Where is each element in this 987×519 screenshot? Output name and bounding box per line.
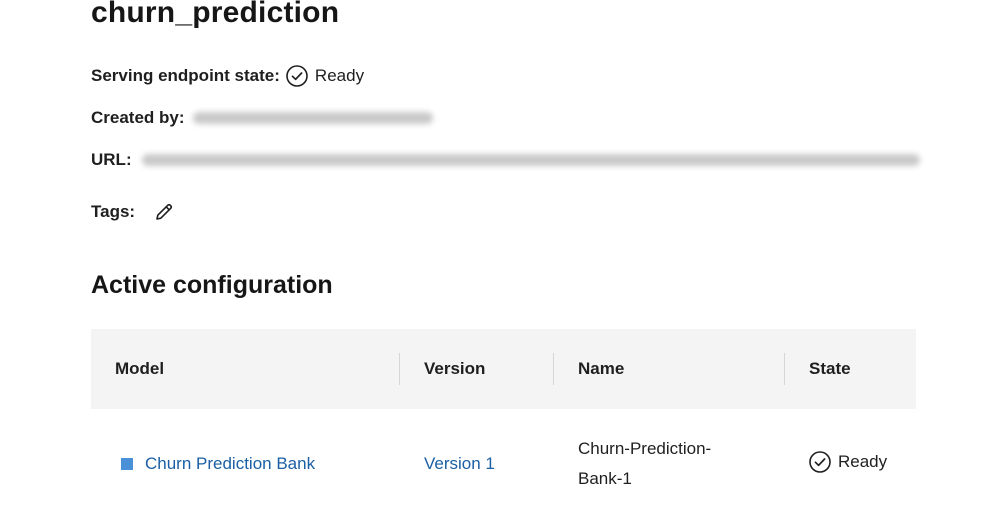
serving-state-status: Ready [286, 65, 364, 87]
created-by-row: Created by: [91, 108, 433, 128]
name-line-2: Bank-1 [578, 469, 632, 488]
name-line-1: Churn-Prediction- [578, 439, 712, 458]
pencil-icon [156, 203, 173, 220]
tags-row: Tags: [91, 201, 175, 223]
state-value: Ready [838, 451, 888, 471]
serving-state-row: Serving endpoint state: Ready [91, 65, 364, 87]
edit-tags-button[interactable] [153, 201, 175, 223]
created-by-redacted [192, 112, 433, 124]
column-header-model[interactable]: Model [91, 329, 400, 409]
check-circle-icon [286, 65, 308, 87]
state-cell: Ready [785, 409, 916, 519]
url-row: URL: [91, 150, 920, 170]
serving-state-value: Ready [314, 66, 365, 85]
model-link[interactable]: Churn Prediction Bank [145, 454, 315, 474]
name-cell: Churn-Prediction- Bank-1 [554, 409, 785, 519]
table-row: Churn Prediction Bank Version 1 Churn-Pr… [91, 409, 916, 519]
serving-state-label: Serving endpoint state: [91, 66, 280, 85]
url-redacted [141, 154, 920, 166]
created-by-label: Created by: [91, 108, 185, 127]
tags-label: Tags: [91, 202, 136, 221]
model-square-icon [121, 458, 133, 470]
column-header-name[interactable]: Name [554, 329, 785, 409]
url-label: URL: [91, 150, 132, 169]
model-cell: Churn Prediction Bank [91, 409, 400, 519]
column-header-state[interactable]: State [785, 329, 916, 409]
page-title: churn_prediction [91, 0, 340, 29]
check-circle-icon [809, 450, 831, 473]
active-configuration-table: Model Version Name State Churn Predictio… [91, 329, 916, 519]
version-cell: Version 1 [400, 409, 554, 519]
column-header-version[interactable]: Version [400, 329, 554, 409]
table-header-row: Model Version Name State [91, 329, 916, 409]
version-link[interactable]: Version 1 [424, 454, 495, 473]
active-configuration-title: Active configuration [91, 271, 333, 299]
